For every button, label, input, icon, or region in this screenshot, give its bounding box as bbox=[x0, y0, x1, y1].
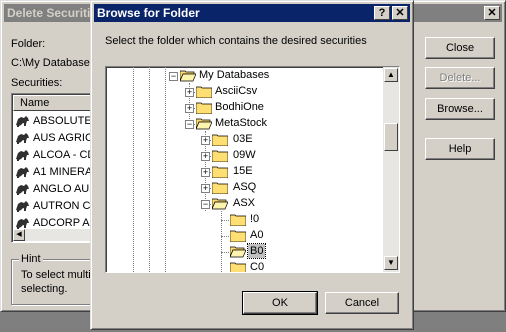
folder-value: C:\My Databases\ bbox=[11, 57, 99, 69]
browse-button-label: Browse... bbox=[437, 103, 483, 115]
securities-list[interactable]: Name ABSOLUTE AUS AGRIC ALCOA - CD A1 MINER… bbox=[11, 93, 98, 243]
securities-list-item[interactable]: AUS AGRIC bbox=[15, 130, 93, 146]
15e-expand-icon[interactable]: + bbox=[201, 168, 210, 177]
securities-name-column-header[interactable]: Name bbox=[13, 95, 92, 111]
folder-icon bbox=[212, 150, 228, 162]
delete-button[interactable]: Delete... bbox=[425, 67, 495, 89]
securities-list-item[interactable]: ABSOLUTE bbox=[15, 113, 92, 129]
bull-icon bbox=[15, 115, 31, 128]
bodhione-expand-icon[interactable]: + bbox=[185, 104, 194, 113]
tree-item-09w[interactable]: 09W bbox=[233, 147, 256, 163]
security-name: ANGLO AUS bbox=[33, 183, 97, 195]
tree-item-b0-selected[interactable]: B0 bbox=[246, 243, 267, 259]
folder-icon bbox=[196, 102, 212, 114]
help-button[interactable]: Help bbox=[425, 138, 495, 160]
tree-vscrollbar[interactable]: ▲ ▼ bbox=[383, 67, 399, 272]
open-folder-icon bbox=[180, 70, 196, 82]
scroll-left-icon[interactable]: ◀ bbox=[13, 229, 25, 241]
bull-icon bbox=[15, 200, 31, 213]
securities-list-item[interactable]: A1 MINERA bbox=[15, 164, 92, 180]
ok-button-label: OK bbox=[272, 297, 288, 309]
tree-item-b0-label: B0 bbox=[250, 245, 264, 257]
folder-icon bbox=[212, 182, 228, 194]
folder-icon bbox=[230, 262, 246, 272]
open-folder-icon bbox=[196, 118, 212, 130]
scroll-thumb[interactable] bbox=[384, 123, 398, 151]
asq-expand-icon[interactable]: + bbox=[201, 184, 210, 193]
hint-label: Hint bbox=[19, 253, 43, 265]
bull-icon bbox=[15, 149, 31, 162]
tree-item-bodhione[interactable]: BodhiOne bbox=[215, 99, 264, 115]
browse-dialog-titlebar: Browse for Folder ? ✕ bbox=[94, 4, 410, 22]
folder-label: Folder: bbox=[11, 38, 46, 50]
ok-button[interactable]: OK bbox=[242, 291, 318, 315]
tree-item-metastock[interactable]: MetaStock bbox=[215, 115, 267, 131]
hint-text-line1: To select multip bbox=[21, 269, 97, 281]
security-name: ALCOA - CD bbox=[33, 149, 96, 161]
securities-list-item[interactable]: AUTRON C bbox=[15, 198, 90, 214]
browse-for-folder-dialog: Browse for Folder ? ✕ Select the folder … bbox=[90, 0, 414, 330]
bull-icon bbox=[15, 132, 31, 145]
tree-item-asx[interactable]: ASX bbox=[233, 195, 255, 211]
bull-icon bbox=[15, 166, 31, 179]
cancel-button-label: Cancel bbox=[344, 297, 380, 309]
cancel-button[interactable]: Cancel bbox=[325, 292, 399, 314]
securities-list-item[interactable]: ALCOA - CD bbox=[15, 147, 95, 163]
name-column-label: Name bbox=[20, 97, 50, 109]
tree-item-03e[interactable]: 03E bbox=[233, 131, 253, 147]
folder-icon bbox=[196, 86, 212, 98]
securities-list-item[interactable]: ANGLO AUS bbox=[15, 181, 97, 197]
tree-item-15e[interactable]: 15E bbox=[233, 163, 253, 179]
browse-button[interactable]: Browse... bbox=[425, 98, 495, 120]
security-name: A1 MINERA bbox=[33, 166, 93, 178]
browse-dialog-close-button[interactable]: ✕ bbox=[392, 6, 408, 20]
tree-item-a0[interactable]: A0 bbox=[250, 227, 263, 243]
03e-expand-icon[interactable]: + bbox=[201, 136, 210, 145]
scroll-down-icon[interactable]: ▼ bbox=[384, 256, 398, 270]
security-name: ADCORP AU bbox=[33, 217, 98, 229]
asciicsv-expand-icon[interactable]: + bbox=[185, 88, 194, 97]
delete-dialog-close-button[interactable]: ✕ bbox=[484, 6, 500, 20]
open-folder-icon bbox=[230, 246, 246, 258]
close-button-label: Close bbox=[445, 42, 475, 54]
metastock-collapse-icon[interactable]: − bbox=[185, 120, 194, 129]
security-name: ABSOLUTE bbox=[33, 115, 92, 127]
security-name: AUS AGRIC bbox=[33, 132, 93, 144]
browse-dialog-title: Browse for Folder bbox=[97, 6, 200, 20]
tree-item-10[interactable]: !0 bbox=[250, 211, 259, 227]
asx-collapse-icon[interactable]: − bbox=[201, 200, 210, 209]
open-folder-icon bbox=[212, 198, 228, 210]
09w-expand-icon[interactable]: + bbox=[201, 152, 210, 161]
tree-item-asciicsv[interactable]: AsciiCsv bbox=[215, 83, 257, 99]
folder-tree[interactable]: − My Databases + AsciiCsv + BodhiOne − M… bbox=[105, 66, 400, 273]
scroll-up-icon[interactable]: ▲ bbox=[384, 68, 398, 82]
security-name: AUTRON C bbox=[33, 200, 91, 212]
my-databases-collapse-icon[interactable]: − bbox=[169, 72, 178, 81]
browse-dialog-help-button[interactable]: ? bbox=[374, 6, 390, 20]
folder-icon bbox=[230, 214, 246, 226]
browse-instruction: Select the folder which contains the des… bbox=[105, 35, 367, 47]
help-button-label: Help bbox=[448, 143, 472, 155]
close-button[interactable]: Close bbox=[425, 37, 495, 59]
delete-button-label: Delete... bbox=[439, 72, 481, 84]
folder-icon bbox=[230, 230, 246, 242]
bull-icon bbox=[15, 217, 31, 230]
tree-item-my-databases[interactable]: My Databases bbox=[199, 67, 269, 83]
hint-text-line2: selecting. bbox=[21, 283, 68, 295]
folder-icon bbox=[212, 166, 228, 178]
securities-label: Securities: bbox=[11, 77, 63, 89]
folder-icon bbox=[212, 134, 228, 146]
tree-item-asq[interactable]: ASQ bbox=[233, 179, 256, 195]
bull-icon bbox=[15, 183, 31, 196]
tree-item-c0[interactable]: C0 bbox=[250, 259, 264, 272]
securities-hscrollbar[interactable]: ◀ bbox=[13, 229, 92, 241]
hint-group bbox=[11, 259, 97, 305]
